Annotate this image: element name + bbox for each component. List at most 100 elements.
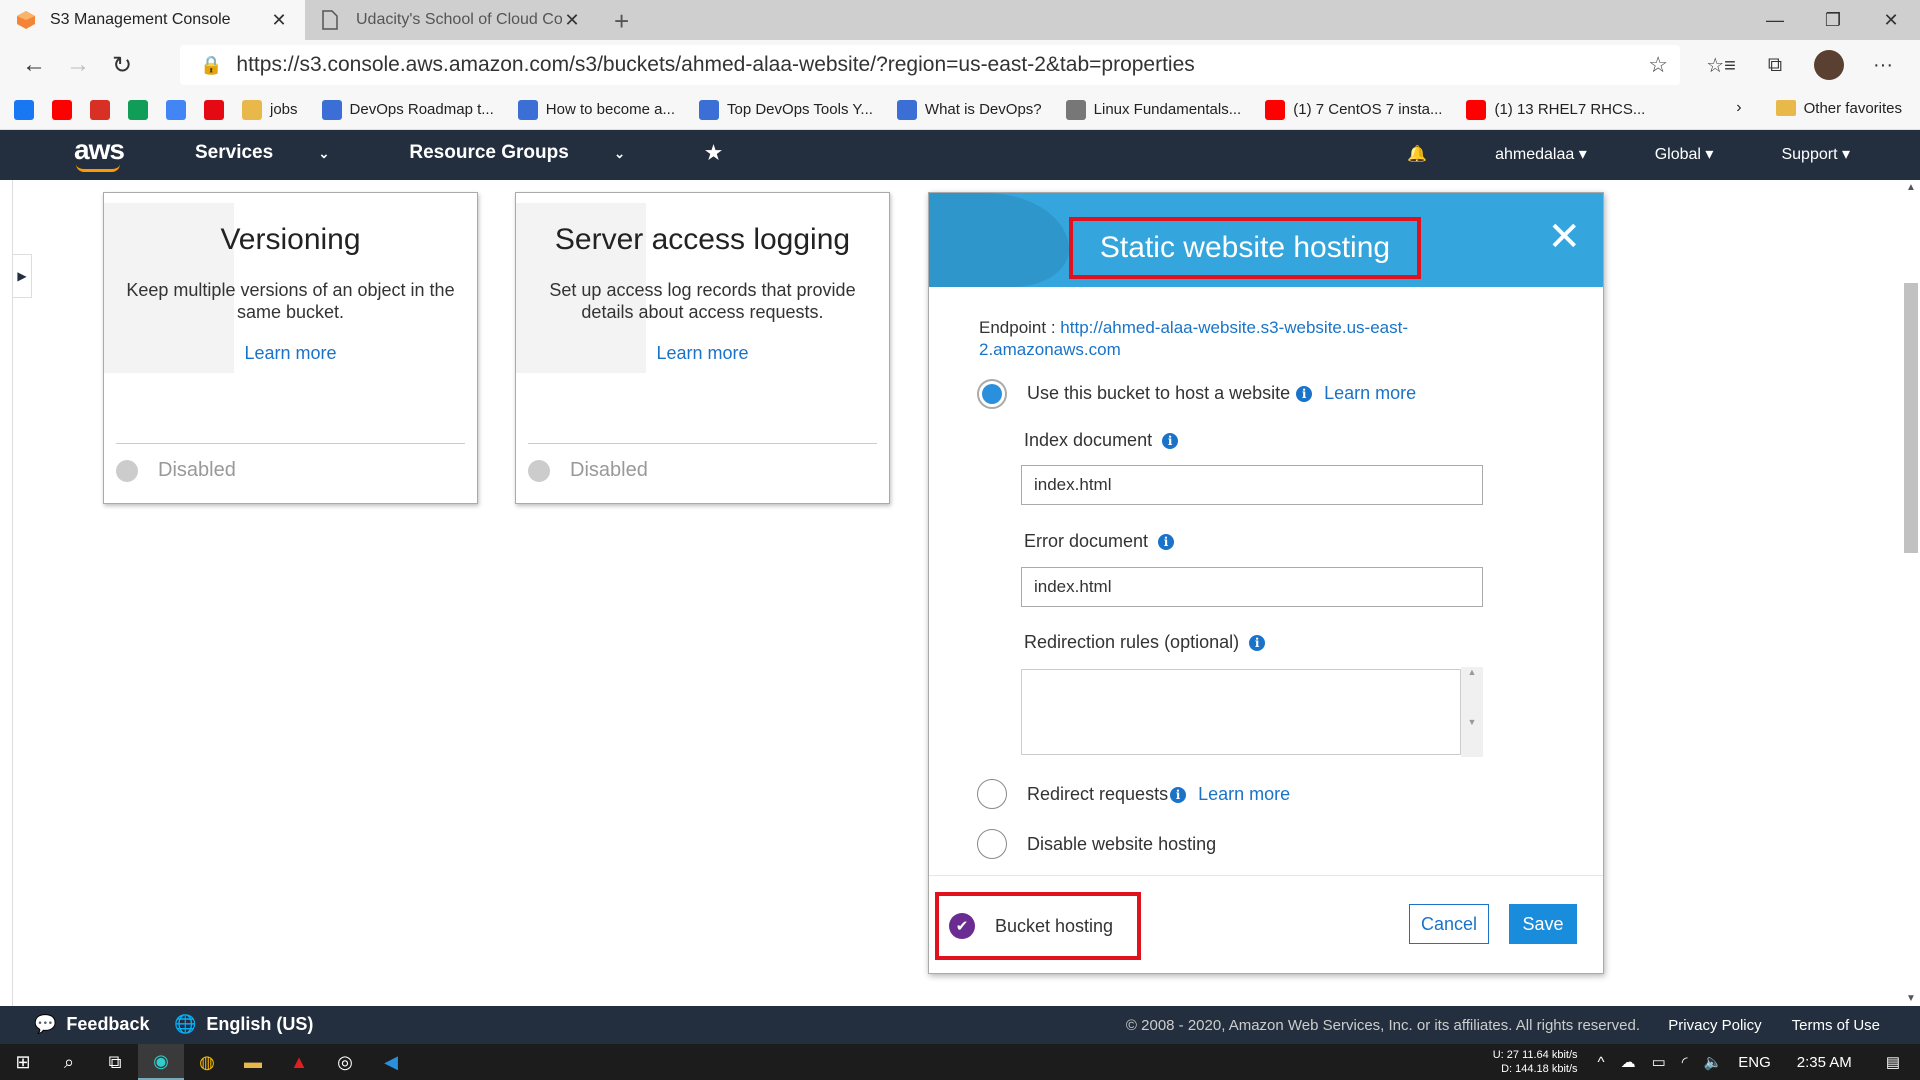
language-indicator[interactable]: ENG [1738, 1054, 1771, 1071]
tab-s3-console[interactable]: S3 Management Console ✕ [0, 0, 305, 40]
panel-footer: ✔ Bucket hosting Cancel Save [929, 875, 1603, 973]
expand-sidebar-icon[interactable]: ▶ [12, 254, 32, 298]
cloud-icon[interactable]: ☁ [1621, 1053, 1636, 1071]
resource-groups-menu[interactable]: Resource Groups ⌄ [409, 142, 665, 165]
close-icon[interactable]: ✕ [1547, 217, 1581, 257]
feedback-button[interactable]: 💬 Feedback [34, 1014, 149, 1035]
task-view-icon[interactable]: ⧉ [92, 1044, 138, 1080]
address-bar[interactable]: 🔒 https://s3.console.aws.amazon.com/s3/b… [180, 45, 1680, 85]
bookmark-item[interactable]: DevOps Roadmap t... [321, 99, 494, 120]
browser-actions: ☆≡ ⧉ ··· [1694, 45, 1910, 85]
status-label: Disabled [158, 459, 236, 481]
minimize-icon[interactable]: — [1746, 0, 1804, 40]
notifications-icon[interactable]: ▤ [1886, 1053, 1900, 1071]
scrollbar-thumb[interactable] [1904, 283, 1918, 553]
learn-more-link[interactable]: Learn more [1324, 383, 1416, 404]
aws-logo[interactable]: aws [74, 134, 125, 172]
language-selector[interactable]: 🌐 English (US) [174, 1014, 313, 1035]
bookmark-item[interactable] [52, 99, 76, 120]
error-document-input[interactable]: index.html [1021, 567, 1483, 607]
info-icon[interactable]: i [1249, 634, 1266, 651]
bookmark-item[interactable] [14, 99, 38, 120]
file-explorer-icon[interactable]: ▬ [230, 1044, 276, 1080]
user-menu[interactable]: ahmedalaa ▾ [1461, 144, 1587, 164]
network-speed: U: 27 11.64 kbit/s D: 144.18 kbit/s [1493, 1048, 1578, 1076]
volume-icon[interactable]: 🔈 [1704, 1053, 1723, 1071]
forward-icon[interactable]: → [56, 43, 100, 87]
bookmark-item[interactable] [128, 99, 152, 120]
bookmark-item[interactable]: What is DevOps? [896, 99, 1042, 120]
learn-more-link[interactable]: Learn more [244, 343, 336, 364]
search-icon[interactable]: ⌕ [46, 1044, 92, 1080]
media-player-icon[interactable]: ◎ [322, 1044, 368, 1080]
clock[interactable]: 2:35 AM [1797, 1054, 1852, 1071]
close-window-icon[interactable]: ✕ [1862, 0, 1920, 40]
terms-of-use-link[interactable]: Terms of Use [1792, 1017, 1880, 1034]
redirect-requests-radio[interactable] [977, 779, 1007, 809]
scroll-up-icon[interactable]: ▲ [1906, 182, 1916, 193]
restore-icon[interactable]: ❐ [1804, 0, 1862, 40]
close-tab-icon[interactable]: ✕ [562, 10, 582, 31]
save-button[interactable]: Save [1509, 904, 1577, 944]
disable-hosting-option: Disable website hosting [1027, 834, 1216, 855]
bookmark-item[interactable]: How to become a... [517, 99, 675, 120]
aws-logo-text: aws [74, 134, 125, 165]
scroll-down-icon[interactable]: ▼ [1906, 993, 1916, 1004]
bookmark-item[interactable]: (1) 13 RHEL7 RHCS... [1466, 99, 1646, 120]
wifi-icon[interactable]: ◜ [1682, 1053, 1688, 1071]
pin-icon[interactable]: ★ [705, 142, 722, 165]
bookmark-label: What is DevOps? [924, 101, 1042, 118]
cancel-button[interactable]: Cancel [1409, 904, 1489, 944]
info-icon[interactable]: i [1158, 533, 1175, 550]
textarea-scrollbar[interactable]: ▲ ▼ [1461, 667, 1483, 757]
info-icon[interactable]: i [1296, 385, 1313, 402]
server-access-logging-card[interactable]: Server access logging Set up access log … [515, 192, 890, 504]
disable-hosting-radio[interactable] [977, 829, 1007, 859]
acrobat-icon[interactable]: ▲ [276, 1044, 322, 1080]
services-menu[interactable]: Services ⌄ [195, 142, 369, 165]
chevron-up-icon[interactable]: ^ [1598, 1054, 1605, 1071]
new-tab-icon[interactable]: + [614, 6, 629, 37]
host-website-radio[interactable] [977, 379, 1007, 409]
back-icon[interactable]: ← [12, 43, 56, 87]
battery-icon[interactable]: ▭ [1652, 1053, 1666, 1071]
close-tab-icon[interactable]: ✕ [269, 10, 289, 31]
bookmark-item[interactable]: Linux Fundamentals... [1065, 99, 1241, 120]
chrome-icon[interactable]: ◍ [184, 1044, 230, 1080]
collections-icon[interactable]: ⧉ [1748, 45, 1802, 85]
support-menu[interactable]: Support ▾ [1747, 144, 1850, 164]
info-icon[interactable]: i [1170, 786, 1187, 803]
bookmark-item[interactable] [90, 99, 114, 120]
edge-browser-icon[interactable]: ◉ [138, 1044, 184, 1080]
favorite-star-icon[interactable]: ☆ [1648, 52, 1668, 78]
tab-udacity[interactable]: Udacity's School of Cloud Comp ✕ [306, 0, 598, 40]
region-menu[interactable]: Global ▾ [1621, 144, 1714, 164]
profile-avatar[interactable] [1814, 50, 1844, 80]
privacy-policy-link[interactable]: Privacy Policy [1668, 1017, 1761, 1034]
endpoint-label: Endpoint : [979, 318, 1056, 337]
windows-start-icon[interactable]: ⊞ [0, 1044, 46, 1080]
page-icon [322, 10, 342, 30]
page-scrollbar[interactable]: ▲ ▼ [1902, 180, 1920, 1006]
download-speed: D: 144.18 kbit/s [1501, 1063, 1578, 1075]
bookmark-item[interactable] [204, 99, 228, 120]
bookmark-item[interactable]: jobs [242, 99, 298, 120]
chevron-right-icon[interactable]: › [1736, 99, 1741, 117]
bookmark-label: (1) 13 RHEL7 RHCS... [1494, 101, 1646, 118]
more-menu-icon[interactable]: ··· [1856, 45, 1910, 85]
versioning-card[interactable]: Versioning Keep multiple versions of an … [103, 192, 478, 504]
learn-more-link[interactable]: Learn more [1198, 784, 1290, 805]
refresh-icon[interactable]: ↻ [100, 43, 144, 87]
vscode-icon[interactable]: ◀ [368, 1044, 414, 1080]
bookmark-item[interactable] [166, 99, 190, 120]
other-favorites[interactable]: › Other favorites [1736, 99, 1902, 117]
bell-icon[interactable]: 🔔 [1407, 144, 1427, 164]
redirection-rules-textarea[interactable] [1021, 669, 1461, 755]
favorites-icon[interactable]: ☆≡ [1694, 45, 1748, 85]
index-document-input[interactable]: index.html [1021, 465, 1483, 505]
info-icon[interactable]: i [1162, 432, 1179, 449]
bookmark-item[interactable]: (1) 7 CentOS 7 insta... [1265, 99, 1442, 120]
learn-more-link[interactable]: Learn more [656, 343, 748, 364]
bookmark-label: Top DevOps Tools Y... [727, 101, 873, 118]
bookmark-item[interactable]: Top DevOps Tools Y... [699, 99, 873, 120]
